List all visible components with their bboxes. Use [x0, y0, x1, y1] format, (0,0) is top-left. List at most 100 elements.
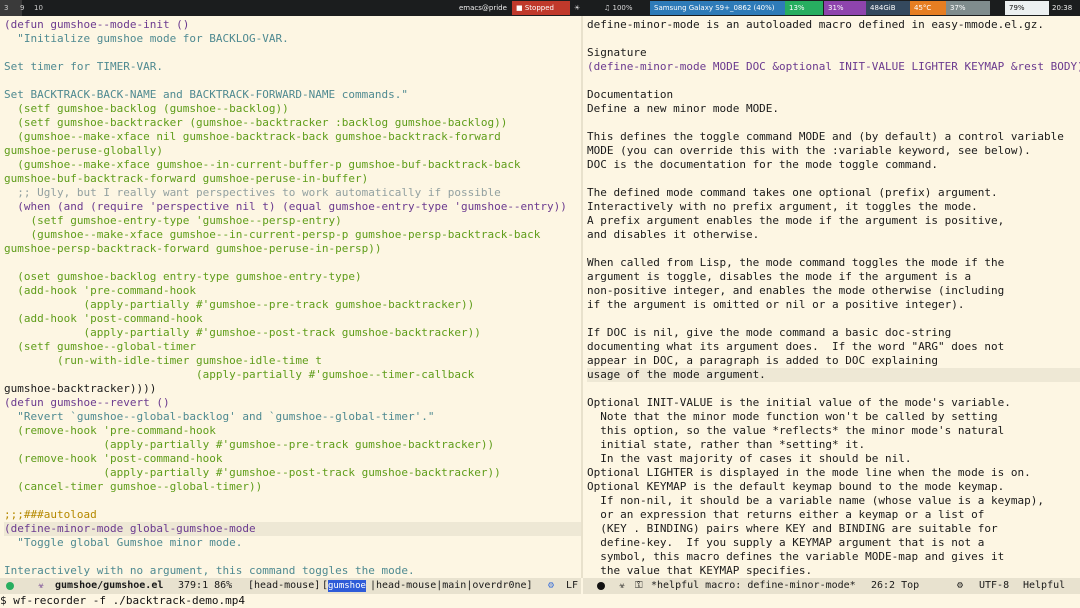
help-line[interactable]: define-minor-mode is an autoloaded macro… [587, 18, 1080, 32]
stop-icon: ■ [516, 4, 523, 12]
help-line[interactable]: and disables it otherwise. [587, 228, 1080, 242]
source-line[interactable]: (add-hook 'post-command-hook [4, 312, 581, 326]
source-line[interactable]: (add-hook 'pre-command-hook [4, 284, 581, 298]
source-line[interactable]: (setf gumshoe-backtracker (gumshoe--back… [4, 116, 581, 130]
help-line[interactable]: If DOC is nil, give the mode command a b… [587, 326, 1080, 340]
source-line[interactable]: (apply-partially #'gumshoe--pre-track gu… [4, 438, 581, 452]
help-line[interactable] [587, 242, 1080, 256]
source-line[interactable] [4, 46, 581, 60]
source-line[interactable]: gumshoe-persp-backtrack-forward gumshoe-… [4, 242, 581, 256]
help-line[interactable]: usage of the mode argument. [587, 368, 1080, 382]
source-line[interactable]: (define-minor-mode global-gumshoe-mode [4, 522, 581, 536]
source-line[interactable]: (setf gumshoe--global-timer [4, 340, 581, 354]
help-line[interactable]: Define a new minor mode MODE. [587, 102, 1080, 116]
help-line[interactable]: initial state, rather than *setting* it. [587, 438, 1080, 452]
source-line[interactable]: Set BACKTRACK-BACK-NAME and BACKTRACK-FO… [4, 88, 581, 102]
help-line[interactable] [587, 312, 1080, 326]
volume-indicator[interactable]: ♫ 100% [600, 1, 648, 15]
gear-icon[interactable]: ⚙ [548, 578, 554, 594]
source-line[interactable] [4, 74, 581, 88]
help-line[interactable]: or an expression that returns either a k… [587, 508, 1080, 522]
help-line[interactable]: Documentation [587, 88, 1080, 102]
bluetooth-device[interactable]: Samsung Galaxy S9+_0862 (40%) [650, 1, 788, 15]
help-line[interactable]: If non-nil, it should be a variable name… [587, 494, 1080, 508]
help-line[interactable]: MODE (you can override this with the :va… [587, 144, 1080, 158]
help-line[interactable] [587, 116, 1080, 130]
source-line[interactable]: (gumshoe--make-xface gumshoe--in-current… [4, 228, 581, 242]
help-line[interactable]: Note that the minor mode function won't … [587, 410, 1080, 424]
source-line[interactable]: (cancel-timer gumshoe--global-timer)) [4, 480, 581, 494]
source-line[interactable]: (when (and (require 'perspective nil t) … [4, 200, 581, 214]
recording-status-label: Stopped [524, 4, 554, 12]
help-line[interactable]: documenting what its argument does. If t… [587, 340, 1080, 354]
help-line[interactable]: Signature [587, 46, 1080, 60]
source-line[interactable]: (oset gumshoe-backlog entry-type gumshoe… [4, 270, 581, 284]
source-line[interactable]: gumshoe-backtracker)))) [4, 382, 581, 396]
source-line[interactable]: (defun gumshoe--revert () [4, 396, 581, 410]
source-line[interactable] [4, 550, 581, 564]
source-line[interactable]: "Revert `gumshoe--global-backlog' and `g… [4, 410, 581, 424]
minibuffer[interactable]: $ wf-recorder -f ./backtrack-demo.mp4 [0, 594, 1080, 608]
source-line[interactable]: (apply-partially #'gumshoe--post-track g… [4, 326, 581, 340]
source-line[interactable]: (apply-partially #'gumshoe--post-track g… [4, 466, 581, 480]
help-line[interactable]: This defines the toggle command MODE and… [587, 130, 1080, 144]
help-line[interactable] [587, 382, 1080, 396]
recording-status[interactable]: ■ Stopped [512, 1, 570, 15]
help-line[interactable]: When called from Lisp, the mode command … [587, 256, 1080, 270]
source-line[interactable]: (apply-partially #'gumshoe--pre-track gu… [4, 298, 581, 312]
temp-indicator: 45°C [910, 1, 948, 15]
help-line[interactable]: non-positive integer, and enables the mo… [587, 284, 1080, 298]
source-line[interactable]: gumshoe-peruse-globally) [4, 144, 581, 158]
source-line[interactable]: (defun gumshoe--mode-init () [4, 18, 581, 32]
mute-icon[interactable]: ☀ [570, 1, 594, 15]
source-line[interactable]: ;;;###autoload [4, 508, 581, 522]
source-line[interactable]: (remove-hook 'pre-command-hook [4, 424, 581, 438]
gear-icon[interactable]: ⚙ [957, 578, 963, 594]
source-line[interactable]: (apply-partially #'gumshoe--timer-callba… [4, 368, 581, 382]
source-line[interactable]: (remove-hook 'post-command-hook [4, 452, 581, 466]
help-line[interactable]: Optional LIGHTER is displayed in the mod… [587, 466, 1080, 480]
help-buffer-pane[interactable]: define-minor-mode is an autoloaded macro… [583, 16, 1080, 578]
help-line[interactable]: Interactively with no prefix argument, i… [587, 200, 1080, 214]
modeline-file[interactable]: gumshoe/gumshoe.el [55, 578, 163, 594]
help-line[interactable]: symbol, this macro defines the variable … [587, 550, 1080, 564]
help-line[interactable]: Optional KEYMAP is the default keymap bo… [587, 480, 1080, 494]
source-line[interactable]: ;; Ugly, but I really want perspectives … [4, 186, 581, 200]
volume-value: 100% [612, 4, 633, 12]
help-line[interactable]: DOC is the documentation for the mode to… [587, 158, 1080, 172]
help-line[interactable]: the value that KEYMAP specifies. [587, 564, 1080, 578]
source-line[interactable]: (setf gumshoe-backlog (gumshoe--backlog)… [4, 102, 581, 116]
help-line[interactable]: In the vast majority of cases it should … [587, 452, 1080, 466]
source-line[interactable] [4, 256, 581, 270]
help-line[interactable]: argument is toggle, disables the mode if… [587, 270, 1080, 284]
help-line[interactable]: The defined mode command takes one optio… [587, 186, 1080, 200]
help-line[interactable]: Optional INIT-VALUE is the initial value… [587, 396, 1080, 410]
source-line[interactable] [4, 494, 581, 508]
source-line[interactable]: (run-with-idle-timer gumshoe-idle-time t [4, 354, 581, 368]
source-line[interactable]: Set timer for TIMER-VAR. [4, 60, 581, 74]
help-line[interactable]: define-key. If you supply a KEYMAP argum… [587, 536, 1080, 550]
source-line[interactable]: "Initialize gumshoe mode for BACKLOG-VAR… [4, 32, 581, 46]
source-line[interactable]: (gumshoe--make-xface nil gumshoe-backtra… [4, 130, 581, 144]
source-line[interactable]: gumshoe-buf-backtrack-forward gumshoe-pe… [4, 172, 581, 186]
help-line[interactable]: (KEY . BINDING) pairs where KEY and BIND… [587, 522, 1080, 536]
help-line[interactable]: (define-minor-mode MODE DOC &optional IN… [587, 60, 1080, 74]
help-line[interactable] [587, 32, 1080, 46]
source-buffer-pane[interactable]: (defun gumshoe--mode-init () "Initialize… [0, 16, 581, 578]
help-line[interactable]: this option, so the value *reflects* the… [587, 424, 1080, 438]
source-line[interactable]: (gumshoe--make-xface gumshoe--in-current… [4, 158, 581, 172]
shell-command[interactable]: wf-recorder -f ./backtrack-demo.mp4 [7, 594, 245, 607]
source-line[interactable]: "Toggle global Gumshoe minor mode. [4, 536, 581, 550]
help-line[interactable] [587, 172, 1080, 186]
modeline-buffer-name[interactable]: *helpful macro: define-minor-mode* [651, 578, 856, 594]
workspace-10[interactable]: 10 [30, 0, 47, 16]
workspace-9[interactable]: 9 [16, 0, 28, 16]
help-line[interactable]: if the argument is omitted or nil or a p… [587, 298, 1080, 312]
help-line[interactable]: appear in DOC, a paragraph is added to D… [587, 354, 1080, 368]
modeline-source[interactable]: ☣ gumshoe/gumshoe.el 379:1 86% [head-mou… [0, 578, 581, 594]
source-line[interactable]: (setf gumshoe-entry-type 'gumshoe--persp… [4, 214, 581, 228]
source-line[interactable]: Interactively with no argument, this com… [4, 564, 581, 578]
modeline-help[interactable]: ☣ ⚿ *helpful macro: define-minor-mode* 2… [583, 578, 1080, 594]
help-line[interactable] [587, 74, 1080, 88]
help-line[interactable]: A prefix argument enables the mode if th… [587, 214, 1080, 228]
